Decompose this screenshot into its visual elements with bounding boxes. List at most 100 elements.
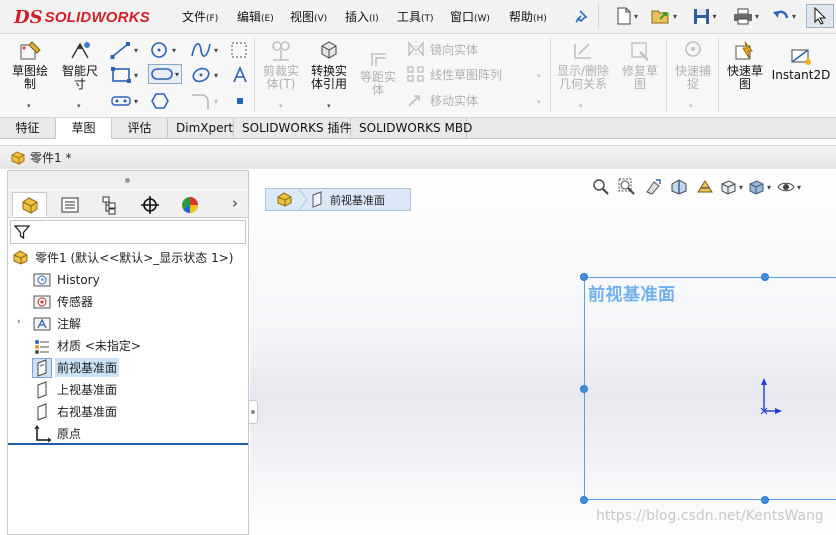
trim-entities-button[interactable]: 剪裁实 体(T) xyxy=(258,40,304,91)
instant2d-label: Instant2D xyxy=(771,68,831,82)
configuration-manager-icon xyxy=(102,196,115,214)
relations-dropdown-icon[interactable]: ▾ xyxy=(579,102,583,110)
smart-dimension-button[interactable]: 智能尺 寸 xyxy=(56,40,104,91)
tree-root-part[interactable]: 零件1 (默认<<默认>_显示状态 1>) xyxy=(11,247,235,268)
dotted-box-icon[interactable] xyxy=(230,40,248,60)
display-delete-relations-button[interactable]: 显示/删除 几何关系 xyxy=(552,40,614,91)
sketch-button[interactable]: 草图绘 制 xyxy=(6,40,54,91)
solidworks-logo[interactable]: DS SOLIDWORKS xyxy=(14,3,156,31)
fillet-tool-icon[interactable]: ▾ xyxy=(190,91,218,111)
tree-item-sensors[interactable]: 传感器 xyxy=(33,291,95,312)
trim-dropdown-icon[interactable]: ▾ xyxy=(279,102,283,110)
tree-item-right-plane[interactable]: 右视基准面 xyxy=(33,401,119,422)
plane-handle[interactable] xyxy=(761,273,769,281)
plane-icon xyxy=(33,380,51,399)
offset-entities-button[interactable]: 等距实 体 xyxy=(354,48,402,97)
mirror-entities-button[interactable]: 镜向实体 xyxy=(406,39,478,59)
repair-sketch-label: 修复草 图 xyxy=(621,64,658,91)
expand-arrow-icon[interactable]: › xyxy=(17,317,21,327)
dynamic-annotation-view-icon[interactable] xyxy=(692,176,718,198)
menu-insert[interactable]: 插入(I) xyxy=(345,8,379,25)
tab-dimxpert[interactable]: DimXpert xyxy=(168,118,234,139)
ellipse-tool-icon[interactable]: ▾ xyxy=(190,65,218,85)
linear-pattern-dropdown-icon[interactable]: ▾ xyxy=(537,72,541,80)
breadcrumb-separator-icon xyxy=(298,189,308,210)
circle-tool-icon[interactable]: ▾ xyxy=(150,40,176,60)
annotations-icon xyxy=(33,315,51,333)
plane-icon xyxy=(33,402,51,421)
tree-item-history[interactable]: History xyxy=(33,269,102,290)
feature-manager-icon xyxy=(22,196,37,214)
plane-handle[interactable] xyxy=(580,385,588,393)
slot-tool-icon[interactable]: ▾ xyxy=(148,64,183,84)
display-delete-relations-label: 显示/删除 几何关系 xyxy=(556,64,610,91)
menu-tools[interactable]: 工具(T) xyxy=(397,8,434,25)
polygon-tool-icon[interactable] xyxy=(150,91,170,111)
tab-evaluate[interactable]: 评估 xyxy=(112,118,168,139)
rapid-sketch-button[interactable]: 快速草 图 xyxy=(722,40,768,91)
linear-sketch-pattern-button[interactable]: 线性草图阵列 xyxy=(406,64,502,84)
convert-dropdown-icon[interactable]: ▾ xyxy=(327,102,331,110)
tree-rollback-bar[interactable] xyxy=(8,443,248,445)
move-entities-button[interactable]: 移动实体 xyxy=(406,90,478,110)
plane-handle[interactable] xyxy=(761,496,769,504)
tree-item-annotations[interactable]: 注解 xyxy=(33,313,83,334)
sketch-dropdown-icon[interactable]: ▾ xyxy=(27,102,31,110)
tree-item-front-plane[interactable]: 前视基准面 xyxy=(32,357,120,378)
quick-snaps-button[interactable]: 快速捕 捉 xyxy=(670,40,716,91)
undo-icon[interactable]: ▾ xyxy=(768,4,800,28)
dimxpert-manager-tab[interactable] xyxy=(132,192,167,217)
front-plane-outline[interactable] xyxy=(584,277,836,500)
chevron-right-icon[interactable]: › xyxy=(232,194,238,212)
menu-help[interactable]: 帮助(H) xyxy=(509,8,547,25)
hide-show-items-icon[interactable]: ▾ xyxy=(774,176,804,198)
tree-item-top-plane[interactable]: 上视基准面 xyxy=(33,379,119,400)
feature-manager-tab[interactable] xyxy=(12,192,47,217)
display-style-icon[interactable]: ▾ xyxy=(744,176,774,198)
zoom-to-area-icon[interactable] xyxy=(614,176,640,198)
menu-view[interactable]: 视图(V) xyxy=(290,8,327,25)
tab-sketch[interactable]: 草图 xyxy=(56,118,112,139)
polygon-dots-icon[interactable]: ▾ xyxy=(110,91,138,111)
display-manager-tab[interactable] xyxy=(172,192,207,217)
ribbon-separator xyxy=(718,38,719,112)
instant2d-button[interactable]: Instant2D xyxy=(770,48,832,82)
tree-item-origin[interactable]: 原点 xyxy=(33,423,83,444)
previous-view-icon[interactable] xyxy=(640,176,666,198)
breadcrumb[interactable]: 前视基准面 xyxy=(265,188,411,211)
convert-entities-button[interactable]: 转换实 体引用 xyxy=(306,40,352,91)
line-tool-icon[interactable]: ▾ xyxy=(110,40,138,60)
open-document-icon[interactable]: ▾ xyxy=(648,4,680,28)
tree-item-material[interactable]: 材质 <未指定> xyxy=(33,335,143,356)
tab-solidworks-mbd[interactable]: SOLIDWORKS MBD xyxy=(351,118,472,139)
feature-tree-filter[interactable] xyxy=(10,220,246,244)
point-tool-icon[interactable] xyxy=(233,91,247,111)
plane-handle[interactable] xyxy=(580,273,588,281)
dimxpert-crosshair-icon xyxy=(140,195,159,214)
property-manager-tab[interactable] xyxy=(52,192,87,217)
smart-dimension-dropdown-icon[interactable]: ▾ xyxy=(77,102,81,110)
new-document-icon[interactable]: ▾ xyxy=(612,4,642,28)
move-dropdown-icon[interactable]: ▾ xyxy=(537,98,541,106)
tab-features[interactable]: 特征 xyxy=(0,118,56,139)
repair-sketch-button[interactable]: 修复草 图 xyxy=(616,40,664,91)
panel-grip[interactable] xyxy=(8,171,248,189)
rectangle-tool-icon[interactable]: ▾ xyxy=(110,65,138,85)
text-tool-icon[interactable] xyxy=(231,65,249,85)
menu-window[interactable]: 窗口(W) xyxy=(450,8,490,25)
select-cursor-icon[interactable] xyxy=(806,4,834,28)
quick-snaps-dropdown-icon[interactable]: ▾ xyxy=(689,102,693,110)
panel-splitter[interactable] xyxy=(249,400,258,424)
pin-icon[interactable] xyxy=(570,4,592,28)
menu-edit[interactable]: 编辑(E) xyxy=(237,8,274,25)
spline-tool-icon[interactable]: ▾ xyxy=(190,40,218,60)
tab-solidworks-addins[interactable]: SOLIDWORKS 插件 xyxy=(234,118,351,139)
configuration-manager-tab[interactable] xyxy=(92,192,127,217)
save-icon[interactable]: ▾ xyxy=(690,4,720,28)
plane-handle[interactable] xyxy=(580,496,588,504)
section-view-icon[interactable] xyxy=(666,176,692,198)
menu-file[interactable]: 文件(F) xyxy=(182,8,218,25)
view-orientation-icon[interactable]: ▾ xyxy=(718,176,744,198)
print-icon[interactable]: ▾ xyxy=(730,4,762,28)
zoom-to-fit-icon[interactable] xyxy=(588,176,614,198)
